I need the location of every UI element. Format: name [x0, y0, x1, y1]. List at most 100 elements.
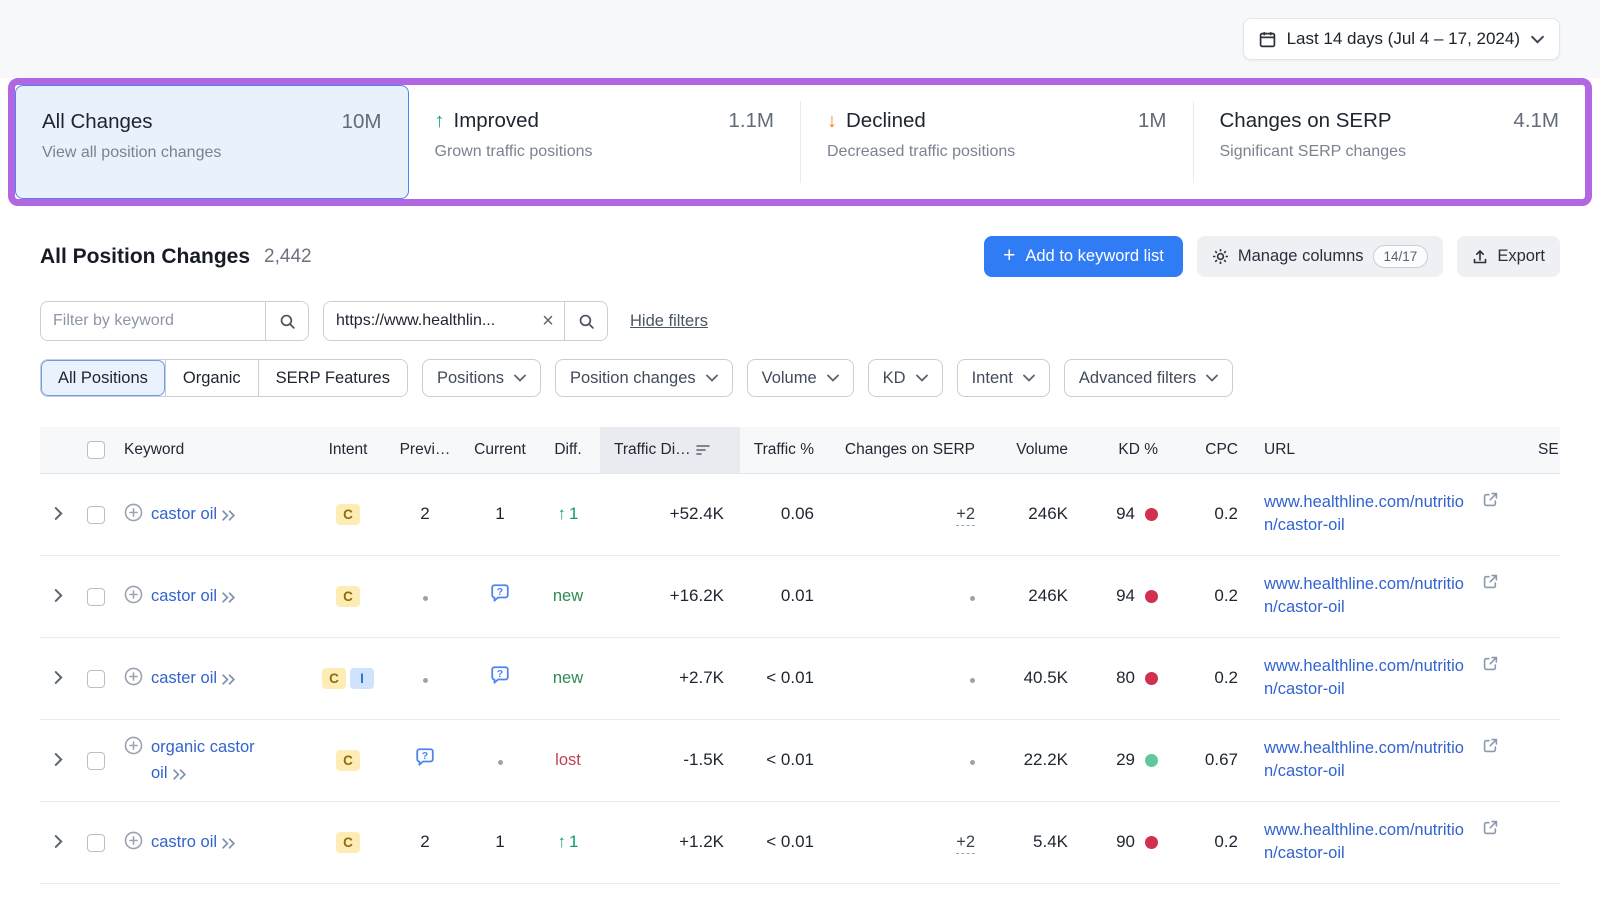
double-chevron-icon[interactable] — [221, 592, 236, 603]
intent-badge-informational: I — [350, 668, 374, 689]
serp-changes-link[interactable]: +2 — [956, 833, 975, 854]
filter-dropdown-advanced-filters[interactable]: Advanced filters — [1064, 359, 1233, 397]
column-header-se[interactable]: SE — [1498, 427, 1560, 473]
tab-improved[interactable]: ↑ Improved 1.1M Grown traffic positions — [409, 85, 801, 199]
add-keyword-icon[interactable] — [124, 831, 143, 850]
filter-dropdown-kd[interactable]: KD — [868, 359, 943, 397]
expand-row-button[interactable] — [50, 749, 67, 770]
segment-all-positions[interactable]: All Positions — [41, 360, 165, 396]
filter-dropdown-label: Intent — [972, 369, 1013, 388]
chevron-down-icon — [1206, 374, 1218, 382]
intent-badge-commercial: C — [336, 504, 360, 525]
double-chevron-icon[interactable] — [221, 674, 236, 685]
keyword-link[interactable]: castro oil — [151, 833, 217, 851]
add-keyword-icon[interactable] — [124, 667, 143, 686]
add-keyword-icon[interactable] — [124, 736, 143, 755]
expand-row-button[interactable] — [50, 831, 67, 852]
double-chevron-icon[interactable] — [221, 838, 236, 849]
url-link[interactable]: www.healthline.com/nutrition/castor-oil — [1264, 819, 1476, 865]
position-diff-new: new — [553, 669, 583, 687]
traffic-diff-value: +1.2K — [679, 832, 724, 851]
svg-text:?: ? — [497, 668, 503, 680]
add-keyword-icon[interactable] — [124, 503, 143, 522]
table-row: castro oilC21↑1+1.2K< 0.01+25.4K900.2www… — [40, 801, 1560, 883]
filter-dropdown-intent[interactable]: Intent — [957, 359, 1050, 397]
manage-columns-button[interactable]: Manage columns 14/17 — [1197, 236, 1443, 277]
traffic-percent-value: 0.01 — [781, 586, 814, 605]
column-header-checkbox — [76, 427, 116, 473]
segment-serp-features[interactable]: SERP Features — [258, 360, 407, 396]
filter-dropdown-positions[interactable]: Positions — [422, 359, 541, 397]
column-header-traffic_diff[interactable]: Traffic Di… — [600, 427, 740, 473]
keyword-link[interactable]: organic castor oil — [151, 738, 255, 782]
traffic-diff-value: +2.7K — [679, 668, 724, 687]
tab-description: Significant SERP changes — [1220, 143, 1560, 161]
row-checkbox[interactable] — [87, 752, 105, 770]
keyword-filter-input[interactable] — [41, 302, 265, 340]
external-link-icon[interactable] — [1483, 738, 1498, 758]
column-header-url[interactable]: URL — [1246, 427, 1498, 473]
chevron-down-icon — [916, 374, 928, 382]
keyword-link[interactable]: caster oil — [151, 669, 217, 687]
serp-changes-link[interactable]: +2 — [956, 505, 975, 526]
expand-row-button[interactable] — [50, 667, 67, 688]
date-range-select[interactable]: Last 14 days (Jul 4 – 17, 2024) — [1243, 18, 1560, 60]
keyword-search-button[interactable] — [265, 302, 308, 340]
position-type-segmented: All Positions Organic SERP Features — [40, 359, 408, 397]
filter-dropdown-label: Positions — [437, 369, 504, 388]
select-all-checkbox[interactable] — [87, 441, 105, 459]
main-content: All Position Changes 2,442 + Add to keyw… — [0, 236, 1600, 884]
column-header-kd[interactable]: KD % — [1076, 427, 1166, 473]
add-keyword-icon[interactable] — [124, 585, 143, 604]
row-checkbox[interactable] — [87, 834, 105, 852]
external-link-icon[interactable] — [1483, 492, 1498, 512]
date-range-label: Last 14 days (Jul 4 – 17, 2024) — [1287, 29, 1520, 49]
no-serp-changes-dot — [970, 596, 975, 601]
column-header-current[interactable]: Current — [464, 427, 536, 473]
column-header-volume[interactable]: Volume — [984, 427, 1076, 473]
url-link[interactable]: www.healthline.com/nutrition/castor-oil — [1264, 655, 1476, 701]
url-link[interactable]: www.healthline.com/nutrition/castor-oil — [1264, 491, 1476, 537]
export-button[interactable]: Export — [1457, 236, 1560, 277]
keyword-link[interactable]: castor oil — [151, 587, 217, 605]
kd-value: 90 — [1116, 832, 1158, 852]
hide-filters-link[interactable]: Hide filters — [630, 312, 708, 331]
segment-organic[interactable]: Organic — [165, 360, 258, 396]
url-link[interactable]: www.healthline.com/nutrition/castor-oil — [1264, 737, 1476, 783]
row-checkbox[interactable] — [87, 588, 105, 606]
external-link-icon[interactable] — [1483, 656, 1498, 676]
external-link-icon[interactable] — [1483, 574, 1498, 594]
url-filter-input[interactable] — [324, 302, 532, 340]
position-changes-page: Last 14 days (Jul 4 – 17, 2024) All Chan… — [0, 0, 1600, 884]
tab-declined[interactable]: ↓ Declined 1M Decreased traffic position… — [801, 85, 1193, 199]
filter-dropdown-position-changes[interactable]: Position changes — [555, 359, 733, 397]
add-to-keyword-list-button[interactable]: + Add to keyword list — [984, 236, 1183, 277]
keyword-link[interactable]: castor oil — [151, 505, 217, 523]
expand-row-button[interactable] — [50, 585, 67, 606]
column-header-serp_changes[interactable]: Changes on SERP — [826, 427, 984, 473]
filter-dropdown-volume[interactable]: Volume — [747, 359, 854, 397]
tab-all-changes[interactable]: All Changes 10M View all position change… — [15, 85, 409, 199]
column-header-previous[interactable]: Previ… — [386, 427, 464, 473]
tab-value: 4.1M — [1513, 109, 1559, 133]
tab-changes-on-serp[interactable]: Changes on SERP 4.1M Significant SERP ch… — [1194, 85, 1586, 199]
expand-row-button[interactable] — [50, 503, 67, 524]
filter-dropdown-label: Volume — [762, 369, 817, 388]
row-checkbox[interactable] — [87, 670, 105, 688]
column-header-cpc[interactable]: CPC — [1166, 427, 1246, 473]
question-bubble-icon: ? — [490, 666, 510, 685]
row-checkbox[interactable] — [87, 506, 105, 524]
chevron-down-icon — [827, 374, 839, 382]
position-value: 2 — [420, 832, 429, 851]
url-search-button[interactable] — [564, 302, 607, 340]
traffic-diff-value: +52.4K — [670, 504, 724, 523]
double-chevron-icon[interactable] — [221, 510, 236, 521]
column-header-keyword[interactable]: Keyword — [116, 427, 310, 473]
column-header-intent[interactable]: Intent — [310, 427, 386, 473]
double-chevron-icon[interactable] — [172, 769, 187, 780]
external-link-icon[interactable] — [1483, 820, 1498, 840]
column-header-traffic_pct[interactable]: Traffic % — [740, 427, 826, 473]
clear-url-icon[interactable]: × — [532, 302, 564, 340]
url-link[interactable]: www.healthline.com/nutrition/castor-oil — [1264, 573, 1476, 619]
column-header-diff[interactable]: Diff. — [536, 427, 600, 473]
